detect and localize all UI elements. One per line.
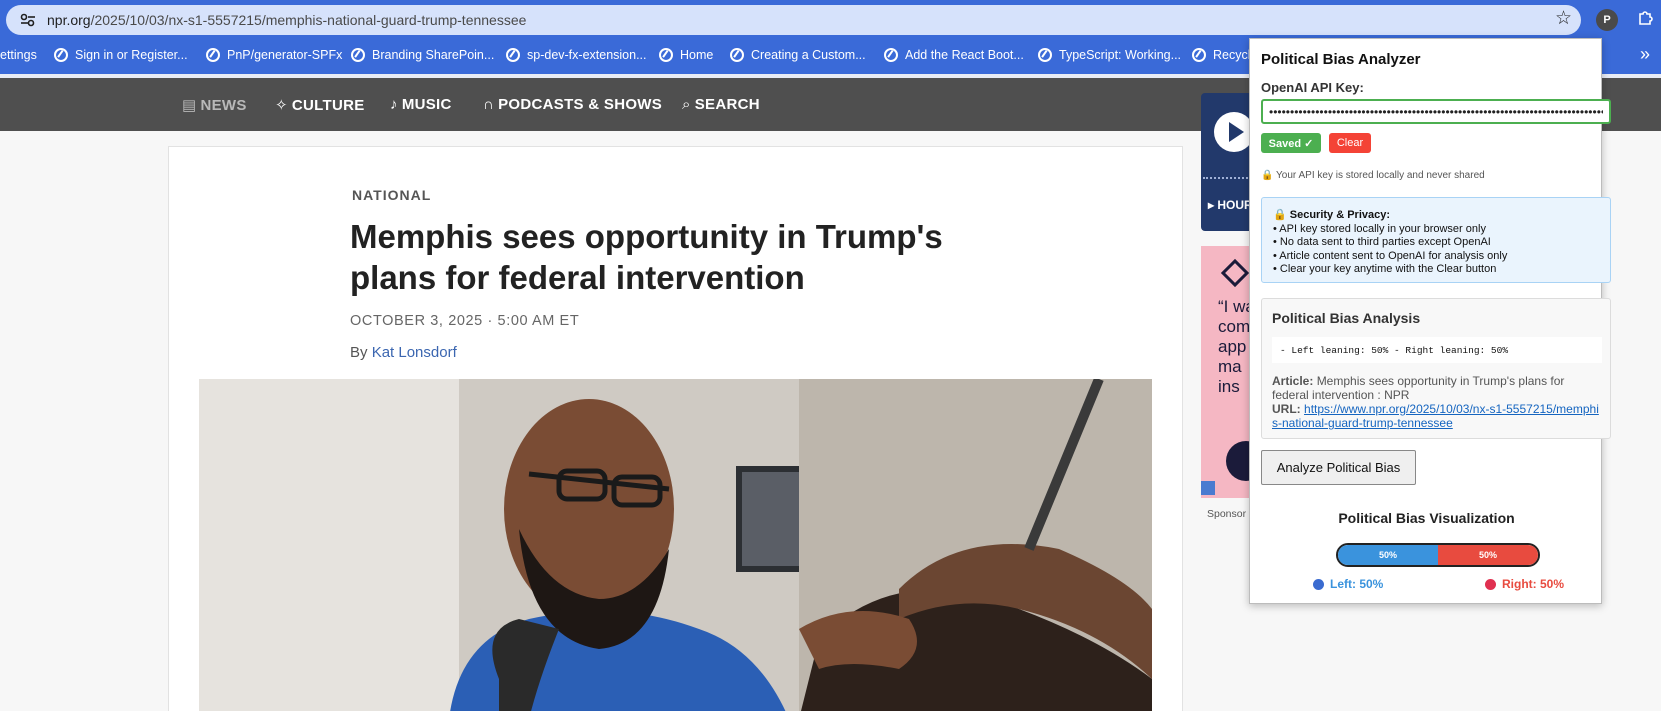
bookmark-item[interactable]: ettings [0, 48, 37, 62]
analysis-url: URL: https://www.npr.org/2025/10/03/nx-s… [1272, 402, 1602, 430]
tune-icon[interactable] [20, 13, 36, 27]
nav-search[interactable]: ⌕ SEARCH [682, 96, 760, 113]
security-line: • No data sent to third parties except O… [1273, 236, 1491, 248]
bookmark-item[interactable]: Recycle [1192, 48, 1257, 62]
article-byline: By Kat Lonsdorf [350, 344, 457, 361]
bias-analyzer-popup: Political Bias Analyzer OpenAI API Key: … [1249, 38, 1611, 604]
bookmark-label: TypeScript: Working... [1059, 48, 1182, 62]
globe-icon [730, 48, 744, 62]
security-line: • Article content sent to OpenAI for ana… [1273, 249, 1508, 262]
globe-icon [506, 48, 520, 62]
globe-icon [884, 48, 898, 62]
profile-avatar[interactable]: P [1596, 9, 1618, 31]
clear-button[interactable]: Clear [1329, 133, 1371, 153]
url-label: URL: [1272, 402, 1301, 416]
nav-podcasts[interactable]: ∩ PODCASTS & SHOWS [483, 96, 662, 113]
bookmark-label: ettings [0, 48, 37, 62]
bookmark-item[interactable]: Creating a Custom... [730, 48, 866, 62]
star-icon[interactable]: ☆ [1555, 9, 1572, 29]
dancer-icon: ✧ [275, 97, 288, 114]
analysis-meta: Article: Memphis sees opportunity in Tru… [1272, 374, 1602, 430]
author-link[interactable]: Kat Lonsdorf [372, 344, 457, 361]
nav-culture[interactable]: ✧ CULTURE [275, 96, 365, 114]
security-privacy-box: 🔒 Security & Privacy: • API key stored l… [1261, 197, 1611, 283]
bias-bar-left: 50% [1338, 545, 1438, 565]
bias-bar-right: 50% [1438, 545, 1538, 565]
nav-label: NEWS [200, 97, 247, 114]
article-section[interactable]: NATIONAL [352, 187, 431, 203]
analysis-box: Political Bias Analysis - Left leaning: … [1261, 298, 1611, 439]
security-heading: 🔒 Security & Privacy: [1273, 209, 1391, 221]
analysis-result: - Left leaning: 50% - Right leaning: 50% [1272, 337, 1602, 363]
globe-icon [54, 48, 68, 62]
nav-label: CULTURE [291, 97, 365, 114]
article-label: Article: [1272, 374, 1314, 388]
ad-choices-icon[interactable] [1201, 481, 1215, 495]
bookmark-label: Home [680, 48, 714, 62]
play-icon[interactable] [1214, 112, 1254, 152]
headphones-icon: ∩ [483, 96, 495, 113]
nav-label: PODCASTS & SHOWS [498, 96, 663, 113]
saved-button[interactable]: Saved ✓ [1261, 133, 1321, 153]
bookmark-item[interactable]: Add the React Boot... [884, 48, 1024, 62]
music-note-icon: ♪ [390, 96, 398, 113]
api-key-label: OpenAI API Key: [1261, 80, 1364, 95]
bookmark-item[interactable]: TypeScript: Working... [1038, 48, 1181, 62]
nav-music[interactable]: ♪ MUSIC [390, 96, 452, 113]
barber-photo-illustration [199, 379, 1152, 711]
url-text[interactable]: npr.org/2025/10/03/nx-s1-5557215/memphis… [47, 12, 526, 28]
globe-icon [351, 48, 365, 62]
globe-icon [659, 48, 673, 62]
player-label: ▸ HOUR [1208, 198, 1253, 212]
bookmark-item[interactable]: Home [659, 48, 713, 62]
nav-label: SEARCH [694, 96, 760, 113]
bias-bar: 50% 50% [1336, 543, 1540, 567]
article-url-link[interactable]: https://www.npr.org/2025/10/03/nx-s1-555… [1272, 402, 1599, 430]
search-icon: ⌕ [682, 96, 691, 113]
url-path: /2025/10/03/nx-s1-5557215/memphis-nation… [90, 12, 527, 28]
analysis-title: Political Bias Analysis [1272, 310, 1421, 326]
bookmark-item[interactable]: PnP/generator-SPFx [206, 48, 342, 62]
security-line: • API key stored locally in your browser… [1273, 222, 1486, 235]
legend-left-label: Left: 50% [1330, 577, 1384, 591]
legend-left: Left: 50% [1313, 577, 1383, 591]
article-date: OCTOBER 3, 2025 · 5:00 AM ET [350, 313, 580, 329]
article-title: Memphis sees opportunity in Trump's plan… [350, 218, 943, 296]
url-host: npr.org [47, 12, 91, 28]
analyze-bias-button[interactable]: Analyze Political Bias [1261, 450, 1416, 485]
bookmark-label: sp-dev-fx-extension... [527, 48, 647, 62]
red-dot-icon [1485, 578, 1496, 590]
nav-news[interactable]: ▤ NEWS [182, 96, 247, 114]
article-photo [199, 379, 1152, 711]
popup-title: Political Bias Analyzer [1261, 51, 1421, 68]
blue-dot-icon [1313, 578, 1324, 590]
browser-toolbar: npr.org/2025/10/03/nx-s1-5557215/memphis… [0, 0, 1661, 38]
visualization-title: Political Bias Visualization [1338, 510, 1515, 526]
api-key-input[interactable] [1261, 99, 1611, 124]
nav-label: MUSIC [401, 96, 452, 113]
bookmark-item[interactable]: sp-dev-fx-extension... [506, 48, 647, 62]
chevron-right-icon[interactable]: » [1640, 44, 1650, 65]
bookmark-label: Sign in or Register... [75, 48, 188, 62]
bookmark-label: PnP/generator-SPFx [227, 48, 343, 62]
legend-right: Right: 50% [1485, 577, 1564, 591]
bookmark-label: Creating a Custom... [751, 48, 866, 62]
globe-icon [1192, 48, 1206, 62]
bookmark-label: Add the React Boot... [905, 48, 1024, 62]
bookmark-label: Branding SharePoin... [372, 48, 495, 62]
globe-icon [1038, 48, 1052, 62]
storage-note: 🔒 Your API key is stored locally and nev… [1261, 170, 1485, 181]
bookmark-item[interactable]: Sign in or Register... [54, 48, 188, 62]
bookmark-item[interactable]: Branding SharePoin... [351, 48, 494, 62]
byline-prefix: By [350, 344, 368, 361]
sponsor-label: Sponsor [1207, 508, 1247, 520]
puzzle-icon[interactable] [1635, 8, 1657, 30]
analysis-article: Article: Memphis sees opportunity in Tru… [1272, 374, 1602, 402]
legend-right-label: Right: 50% [1502, 577, 1565, 591]
newspaper-icon: ▤ [182, 97, 197, 114]
globe-icon [206, 48, 220, 62]
security-line: • Clear your key anytime with the Clear … [1273, 263, 1497, 275]
address-bar[interactable]: npr.org/2025/10/03/nx-s1-5557215/memphis… [6, 5, 1581, 35]
article-value: Memphis sees opportunity in Trump's plan… [1272, 374, 1565, 402]
